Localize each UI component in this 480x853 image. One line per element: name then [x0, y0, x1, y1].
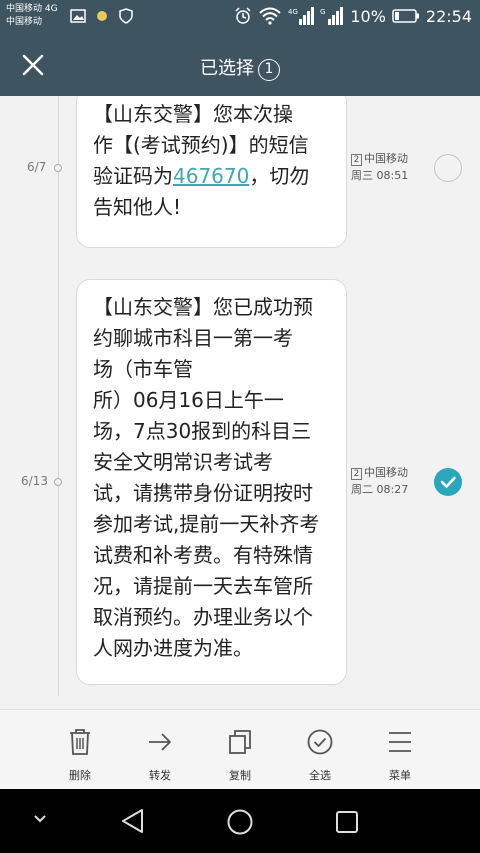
recents-icon[interactable] [335, 810, 359, 834]
message-line: 试费和补考费。有特殊情 [93, 543, 313, 567]
select-all-button[interactable]: 全选 [280, 710, 360, 790]
clock: 22:54 [425, 6, 472, 26]
message-line: 约聊城市科目一第一考 [93, 326, 293, 350]
title-text: 已选择 [200, 58, 254, 79]
selected-count-badge: 1 [258, 59, 280, 81]
sim-badge: 2 [351, 154, 362, 166]
message-text: ，切勿 [249, 164, 310, 188]
title-bar: 已选择 1 [0, 34, 480, 96]
message-line: 况，请提前一天去车管所 [93, 574, 313, 598]
carrier-info: 中国移动 4G 中国移动 [6, 3, 58, 29]
verification-code-link[interactable]: 467670 [173, 164, 249, 188]
select-all-label: 全选 [309, 769, 331, 782]
message-line: 告知他人! [93, 195, 182, 219]
message-line: 【山东交警】您本次操 [93, 102, 293, 126]
sender-name: 中国移动 [364, 466, 408, 479]
notification-icons [70, 8, 134, 24]
message-line: 参加考试,提前一天补齐考 [93, 512, 320, 536]
chevron-down-icon[interactable] [32, 813, 48, 825]
status-bar: 中国移动 4G 中国移动 4G G 10% 22:54 [0, 0, 480, 34]
message-line: 取消预约。办理业务以个 [93, 605, 313, 629]
battery-percent: 10% [350, 6, 386, 26]
sender-name: 中国移动 [364, 152, 408, 165]
page-title: 已选择 1 [0, 54, 480, 81]
battery-icon [392, 9, 419, 23]
back-icon[interactable] [120, 807, 146, 835]
message-line: 验证码为467670，切勿 [93, 161, 330, 192]
trash-icon [70, 729, 90, 755]
copy-label: 复制 [229, 769, 251, 782]
dot-icon [97, 11, 107, 21]
navigation-bar [0, 789, 480, 853]
status-right: 4G G 10% 22:54 [234, 6, 472, 26]
check-circle-icon [307, 729, 333, 755]
timeline-dot [54, 164, 62, 172]
carrier-line-2: 中国移动 [6, 17, 43, 27]
message-time: 周三 08:51 [351, 169, 409, 182]
menu-label: 菜单 [389, 769, 411, 782]
svg-text:4G: 4G [288, 8, 298, 16]
forward-button[interactable]: 转发 [120, 710, 200, 790]
copy-icon [229, 730, 251, 754]
message-text: 验证码为 [93, 164, 173, 188]
timeline-dot [54, 478, 62, 486]
sender-line: 2 中国移动 [351, 464, 408, 481]
forward-label: 转发 [149, 769, 171, 782]
svg-text:G: G [320, 8, 325, 16]
message-time: 周二 08:27 [351, 483, 409, 496]
message-bubble[interactable]: 【山东交警】您本次操 作【(考试预约)】的短信 验证码为467670，切勿 告知… [76, 96, 347, 248]
menu-icon [389, 732, 411, 752]
message-bubble[interactable]: 【山东交警】您已成功预 约聊城市科目一第一考 场（市车管 所）06月16日上午一… [76, 279, 347, 685]
sim-badge: 2 [351, 468, 362, 480]
message-line: 【山东交警】您已成功预 [93, 295, 313, 319]
carrier-line-1: 中国移动 4G [6, 4, 58, 14]
message-meta: 2 中国移动 周二 08:27 [351, 464, 408, 498]
signal-icon: G [320, 7, 344, 25]
message-list[interactable]: 6/7 【山东交警】您本次操 作【(考试预约)】的短信 验证码为467670，切… [0, 96, 480, 709]
timeline-line [58, 96, 59, 696]
copy-button[interactable]: 复制 [200, 710, 280, 790]
home-icon[interactable] [226, 808, 254, 836]
message-line: 场，7点30报到的科目三 [93, 419, 312, 443]
message-line: 场（市车管 [93, 357, 193, 381]
message-meta: 2 中国移动 周三 08:51 [351, 150, 408, 184]
select-checkbox[interactable] [434, 154, 462, 182]
message-line: 试，请携带身份证明按时 [93, 481, 313, 505]
delete-button[interactable]: 删除 [40, 710, 120, 790]
message-date: 6/13 [21, 474, 48, 488]
menu-button[interactable]: 菜单 [360, 710, 440, 790]
shield-icon [119, 8, 133, 24]
sender-line: 2 中国移动 [351, 150, 408, 167]
wifi-icon [259, 7, 282, 25]
message-line: 所）06月16日上午一 [93, 388, 284, 412]
signal-4g-icon: 4G [288, 7, 315, 25]
delete-label: 删除 [69, 769, 91, 782]
message-line: 安全文明常识考试考 [93, 450, 273, 474]
message-line: 作【(考试预约)】的短信 [93, 133, 309, 157]
check-icon [440, 476, 456, 488]
image-icon [70, 9, 86, 23]
bottom-toolbar: 删除 转发 复制 全选 菜单 [0, 709, 480, 789]
select-checkbox-checked[interactable] [434, 468, 462, 496]
arrow-right-icon [149, 733, 171, 751]
message-date: 6/7 [27, 160, 47, 174]
alarm-icon [235, 7, 251, 24]
message-line: 人网办进度为准。 [93, 636, 253, 660]
